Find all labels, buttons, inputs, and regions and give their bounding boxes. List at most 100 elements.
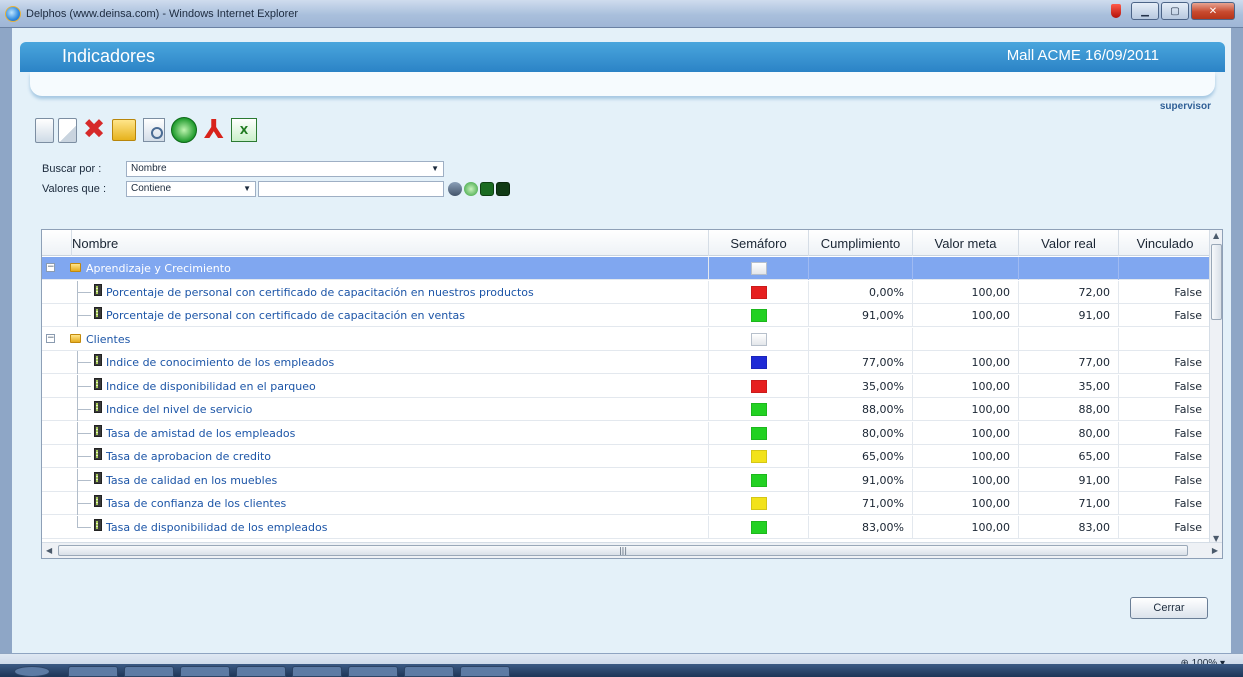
- taskbar-item-app1[interactable]: [236, 666, 286, 677]
- new-button[interactable]: [34, 115, 55, 145]
- expand-all-icon[interactable]: [480, 182, 494, 196]
- cumplimiento-cell: 71,00%: [809, 492, 913, 515]
- indicator-name[interactable]: Porcentaje de personal con certificado d…: [106, 286, 534, 299]
- semaforo-cell: [709, 280, 809, 304]
- indicator-name[interactable]: Tasa de aprobacion de credito: [106, 450, 271, 463]
- taskbar-item-word[interactable]: [404, 666, 454, 677]
- valores-select[interactable]: Contiene ▼: [126, 181, 256, 197]
- table-row[interactable]: Tasa de disponibilidad de los empleados 8…: [42, 515, 1211, 539]
- table-row[interactable]: Tasa de confianza de los clientes 71,00% 1…: [42, 492, 1211, 515]
- table-row[interactable]: Porcentaje de personal con certificado d…: [42, 280, 1211, 304]
- nombre-cell[interactable]: − Clientes: [42, 327, 709, 351]
- indicator-name[interactable]: Tasa de confianza de los clientes: [106, 497, 286, 510]
- buscar-select[interactable]: Nombre ▼: [126, 161, 444, 177]
- scroll-right-icon[interactable]: ▶: [1212, 546, 1218, 555]
- column-header-semaforo[interactable]: Semáforo: [709, 230, 809, 256]
- binoculars-icon[interactable]: [448, 182, 462, 196]
- taskbar-item-app2[interactable]: [292, 666, 342, 677]
- folder-button[interactable]: [110, 115, 138, 145]
- cumplimiento-cell: 35,00%: [809, 374, 913, 398]
- window-controls: ▁ ▢ ✕: [1111, 2, 1235, 20]
- table-row[interactable]: Tasa de amistad de los empleados 80,00% 10…: [42, 421, 1211, 445]
- horizontal-scroll-thumb[interactable]: |||: [58, 545, 1188, 556]
- refresh-button[interactable]: [170, 115, 198, 145]
- nombre-cell[interactable]: Porcentaje de personal con certificado d…: [42, 280, 709, 304]
- delete-button[interactable]: ✖: [80, 115, 108, 145]
- start-button[interactable]: [14, 666, 50, 677]
- nombre-cell[interactable]: Tasa de calidad en los muebles: [42, 468, 709, 492]
- valor-meta-cell: 100,00: [913, 445, 1019, 468]
- minimize-button[interactable]: ▁: [1131, 2, 1159, 20]
- cumplimiento-cell: [809, 257, 913, 280]
- close-window-button[interactable]: ✕: [1191, 2, 1235, 20]
- taskbar-item-media[interactable]: [180, 666, 230, 677]
- column-header-valor-real[interactable]: Valor real: [1019, 230, 1119, 256]
- collapse-all-icon[interactable]: [496, 182, 510, 196]
- vinculado-cell: False: [1119, 421, 1211, 445]
- taskbar-item-explorer[interactable]: [124, 666, 174, 677]
- tree-line: [77, 432, 91, 434]
- valor-meta-cell: 100,00: [913, 398, 1019, 421]
- nombre-cell[interactable]: Tasa de disponibilidad de los empleados: [42, 515, 709, 539]
- collapse-icon[interactable]: −: [46, 333, 55, 343]
- excel-button[interactable]: X: [230, 115, 258, 145]
- pdf-button[interactable]: ⅄: [200, 115, 228, 145]
- table-row[interactable]: Tasa de aprobacion de credito 65,00% 100,0…: [42, 445, 1211, 468]
- preview-button[interactable]: [140, 115, 168, 145]
- nombre-cell[interactable]: Tasa de confianza de los clientes: [42, 492, 709, 515]
- nombre-cell[interactable]: Porcentaje de personal con certificado d…: [42, 304, 709, 327]
- taskbar-item-ie[interactable]: [68, 666, 118, 677]
- table-row[interactable]: Porcentaje de personal con certificado d…: [42, 304, 1211, 327]
- vertical-scrollbar[interactable]: ▲ ▼: [1209, 230, 1222, 544]
- close-button[interactable]: Cerrar: [1130, 597, 1208, 619]
- semaforo-cell: [709, 327, 809, 351]
- vertical-scroll-thumb[interactable]: [1211, 244, 1222, 320]
- indicator-name[interactable]: Indice del nivel de servicio: [106, 403, 252, 416]
- nombre-cell[interactable]: Indice de conocimiento de los empleados: [42, 351, 709, 374]
- vinculado-cell: False: [1119, 374, 1211, 398]
- nombre-cell[interactable]: Indice del nivel de servicio: [42, 398, 709, 421]
- table-row[interactable]: Indice de conocimiento de los empleados 7…: [42, 351, 1211, 374]
- edit-button[interactable]: [57, 115, 78, 145]
- group-row[interactable]: − Clientes: [42, 327, 1211, 351]
- cumplimiento-cell: [809, 327, 913, 351]
- scroll-up-icon[interactable]: ▲: [1213, 231, 1219, 240]
- nombre-cell[interactable]: Indice de disponibilidad en el parqueo: [42, 374, 709, 398]
- new-icon: [35, 117, 54, 143]
- status-light-icon: [750, 332, 767, 346]
- semaforo-cell: [709, 445, 809, 468]
- indicator-name[interactable]: Tasa de amistad de los empleados: [106, 427, 295, 440]
- indicator-name[interactable]: Indice de conocimiento de los empleados: [106, 356, 334, 369]
- nombre-cell[interactable]: Tasa de aprobacion de credito: [42, 445, 709, 468]
- indicator-name[interactable]: Tasa de calidad en los muebles: [106, 474, 277, 487]
- chevron-down-icon: ▼: [431, 164, 439, 173]
- page-header: Indicadores Mall ACME 16/09/2011: [20, 42, 1225, 72]
- group-row[interactable]: − Aprendizaje y Crecimiento: [42, 257, 1211, 280]
- nombre-cell[interactable]: − Aprendizaje y Crecimiento: [42, 257, 709, 280]
- column-header-vinculado[interactable]: Vinculado: [1119, 230, 1211, 256]
- collapse-icon[interactable]: −: [46, 263, 55, 272]
- indicator-name[interactable]: Porcentaje de personal con certificado d…: [106, 309, 465, 322]
- taskbar-item-app3[interactable]: [348, 666, 398, 677]
- go-icon[interactable]: [464, 182, 478, 196]
- table-row[interactable]: Tasa de calidad en los muebles 91,00% 100,…: [42, 468, 1211, 492]
- valor-meta-cell: 100,00: [913, 421, 1019, 445]
- valores-select-value: Contiene: [131, 183, 172, 194]
- column-header-valor-meta[interactable]: Valor meta: [913, 230, 1019, 256]
- table-row[interactable]: Indice de disponibilidad en el parqueo 35…: [42, 374, 1211, 398]
- indicator-name[interactable]: Tasa de disponibilidad de los empleados: [106, 521, 327, 534]
- search-text-input[interactable]: [258, 181, 444, 197]
- indicator-icon: [94, 401, 102, 413]
- horizontal-scrollbar[interactable]: ◀ ||| ▶: [42, 542, 1222, 558]
- valor-meta-cell: 100,00: [913, 304, 1019, 327]
- indicator-name[interactable]: Indice de disponibilidad en el parqueo: [106, 380, 316, 393]
- column-header-nombre[interactable]: Nombre: [72, 230, 709, 256]
- taskbar-item-app4[interactable]: [460, 666, 510, 677]
- status-light-icon: [750, 426, 767, 440]
- taskbar: [0, 664, 1243, 677]
- column-header-cumplimiento[interactable]: Cumplimiento: [809, 230, 913, 256]
- table-row[interactable]: Indice del nivel de servicio 88,00% 100,00…: [42, 398, 1211, 421]
- scroll-left-icon[interactable]: ◀: [46, 546, 52, 555]
- nombre-cell[interactable]: Tasa de amistad de los empleados: [42, 421, 709, 445]
- maximize-button[interactable]: ▢: [1161, 2, 1189, 20]
